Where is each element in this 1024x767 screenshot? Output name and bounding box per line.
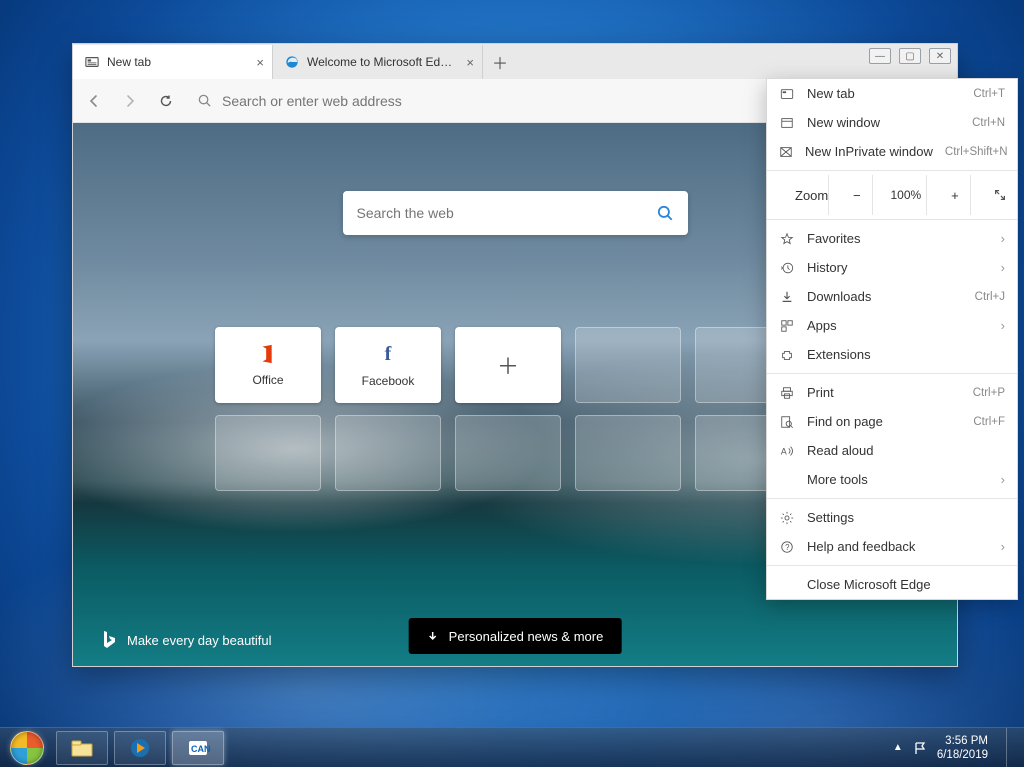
tab-label: Welcome to Microsoft Edge Can [307,55,454,69]
svg-text:CAN: CAN [191,744,210,754]
system-tray: ▲ 3:56 PM 6/18/2019 [893,728,1018,767]
taskbar: CAN ▲ 3:56 PM 6/18/2019 [0,727,1024,767]
zoom-in-button[interactable]: + [939,175,971,215]
read-aloud-icon: A [779,444,795,458]
web-search-box[interactable] [343,191,688,235]
settings-menu: New tab Ctrl+T New window Ctrl+N New InP… [766,78,1018,600]
menu-find[interactable]: Find on page Ctrl+F [767,407,1017,436]
bing-icon [101,630,117,650]
tab-welcome[interactable]: Welcome to Microsoft Edge Can × [273,45,483,79]
menu-new-tab[interactable]: New tab Ctrl+T [767,79,1017,108]
menu-zoom: Zoom − 100% + [767,175,1017,215]
bagline-text: Make every day beautiful [127,633,272,648]
svg-text:A: A [781,446,787,456]
tile-placeholder [575,327,681,403]
web-search-input[interactable] [357,205,656,221]
fullscreen-button[interactable] [983,175,1017,215]
help-icon: ? [779,540,795,554]
tile-placeholder [455,415,561,491]
chevron-right-icon: › [1001,231,1005,246]
new-tab-button[interactable]: ＋ [483,45,517,79]
tile-facebook[interactable]: f Facebook [335,327,441,403]
menu-favorites[interactable]: Favorites › [767,224,1017,253]
menu-history[interactable]: History › [767,253,1017,282]
newtab-favicon-icon [85,55,99,69]
tile-placeholder [575,415,681,491]
menu-downloads[interactable]: Downloads Ctrl+J [767,282,1017,311]
find-icon [779,415,795,429]
desktop: New tab × Welcome to Microsoft Edge Can … [0,0,1024,767]
history-icon [779,261,795,275]
address-bar[interactable] [185,85,845,117]
address-input[interactable] [222,93,811,109]
window-controls: — ▢ ✕ [869,48,951,64]
chevron-right-icon: › [1001,260,1005,275]
tray-flag-icon[interactable] [913,741,927,755]
close-window-button[interactable]: ✕ [929,48,951,64]
tab-close-button[interactable]: × [256,55,264,70]
menu-close-edge[interactable]: Close Microsoft Edge [767,570,1017,599]
tile-placeholder [215,415,321,491]
inprivate-icon [779,145,793,159]
menu-extensions[interactable]: Extensions [767,340,1017,369]
tab-close-button[interactable]: × [466,55,474,70]
chevron-right-icon: › [1001,318,1005,333]
star-icon [779,232,795,246]
arrow-down-icon [427,630,439,642]
tile-label: Facebook [362,374,415,388]
windows-orb-icon [10,731,44,765]
newtab-icon [779,87,795,101]
search-icon[interactable] [656,204,674,222]
back-button[interactable] [77,84,111,118]
minimize-button[interactable]: — [869,48,891,64]
menu-apps[interactable]: Apps › [767,311,1017,340]
news-button[interactable]: Personalized news & more [409,618,622,654]
tab-label: New tab [107,55,151,69]
chevron-right-icon: › [1001,539,1005,554]
taskbar-edge[interactable]: CAN [172,731,224,765]
menu-read-aloud[interactable]: A Read aloud [767,436,1017,465]
download-icon [779,290,795,304]
bing-tagline[interactable]: Make every day beautiful [101,630,272,650]
window-icon [779,116,795,130]
quick-links: Office f Facebook ＋ [215,327,815,491]
plus-icon: ＋ [497,349,519,381]
taskbar-clock[interactable]: 3:56 PM 6/18/2019 [937,734,992,762]
tab-new-tab[interactable]: New tab × [73,45,273,79]
search-icon [197,93,212,108]
news-label: Personalized news & more [449,629,604,644]
menu-settings[interactable]: Settings [767,503,1017,532]
tile-add[interactable]: ＋ [455,327,561,403]
tab-strip: New tab × Welcome to Microsoft Edge Can … [73,44,957,79]
show-desktop-button[interactable] [1006,728,1018,767]
office-icon [257,343,279,365]
chevron-right-icon: › [1001,472,1005,487]
menu-help[interactable]: ? Help and feedback › [767,532,1017,561]
refresh-button[interactable] [149,84,183,118]
menu-more-tools[interactable]: More tools › [767,465,1017,494]
zoom-value: 100% [885,175,927,215]
tile-office[interactable]: Office [215,327,321,403]
taskbar-media-player[interactable] [114,731,166,765]
zoom-out-button[interactable]: − [841,175,873,215]
taskbar-explorer[interactable] [56,731,108,765]
gear-icon [779,511,795,525]
extensions-icon [779,348,795,362]
svg-text:?: ? [785,543,790,552]
print-icon [779,386,795,400]
maximize-button[interactable]: ▢ [899,48,921,64]
forward-button[interactable] [113,84,147,118]
start-button[interactable] [4,731,50,765]
edge-favicon-icon [285,55,299,69]
menu-new-window[interactable]: New window Ctrl+N [767,108,1017,137]
tile-label: Office [252,373,283,387]
menu-inprivate[interactable]: New InPrivate window Ctrl+Shift+N [767,137,1017,166]
tray-arrow-icon[interactable]: ▲ [893,742,903,753]
menu-print[interactable]: Print Ctrl+P [767,378,1017,407]
tile-placeholder [335,415,441,491]
facebook-icon: f [385,343,392,366]
apps-icon [779,319,795,333]
